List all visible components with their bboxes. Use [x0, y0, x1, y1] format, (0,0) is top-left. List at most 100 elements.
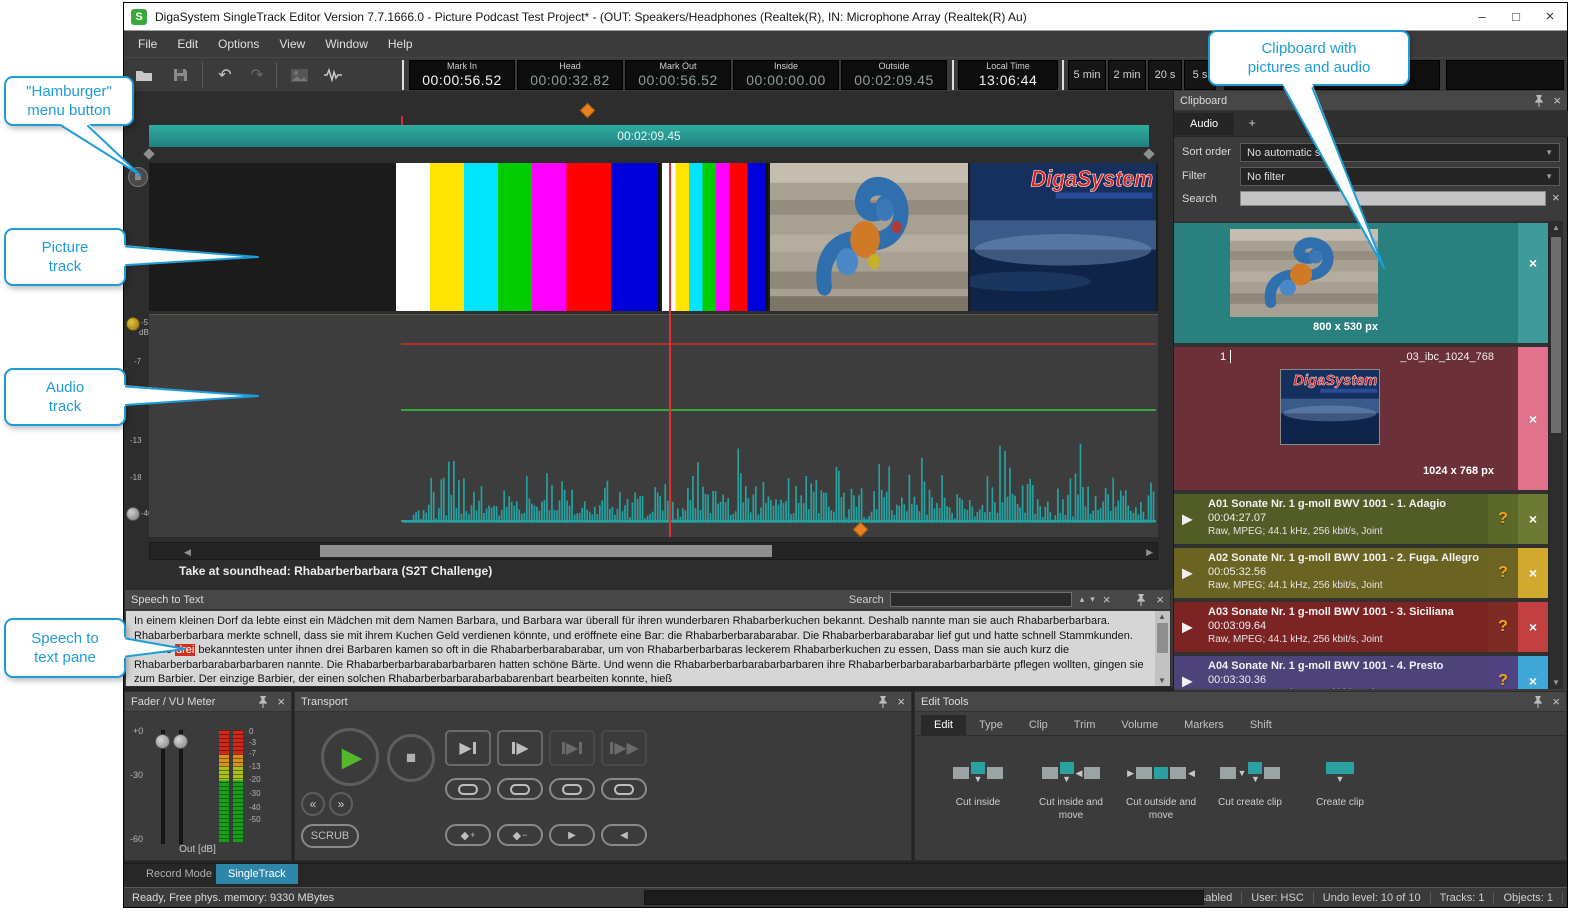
picture-track[interactable]: DigaSystem	[149, 163, 1158, 311]
timecode-head[interactable]: Head00:00:32.82	[517, 60, 623, 90]
play-to-mark-button[interactable]: ▶	[445, 730, 491, 766]
play-item-icon[interactable]: ▶	[1182, 511, 1193, 528]
scroll-up-icon[interactable]: ▲	[1552, 223, 1560, 232]
stop-button[interactable]: ■	[387, 734, 435, 782]
remove-item-button[interactable]: ×	[1518, 602, 1548, 652]
next-marker-button[interactable]: ▶	[549, 824, 595, 846]
filter-dropdown[interactable]: No filter▼	[1240, 167, 1560, 186]
insert-picture-icon[interactable]	[286, 63, 312, 87]
tab-type[interactable]: Type	[966, 715, 1016, 735]
scroll-up-icon[interactable]: ▲	[1158, 612, 1166, 621]
clipboard-search-input[interactable]	[1240, 191, 1546, 206]
volume-envelope-line[interactable]	[401, 409, 1156, 411]
zoom-preset-20s[interactable]: 20 s	[1148, 60, 1182, 90]
picture-clip-lizard[interactable]	[770, 163, 968, 311]
waveform-edit-icon[interactable]	[320, 63, 346, 87]
close-pane-icon[interactable]: ×	[277, 695, 285, 708]
clipboard-search-clear-icon[interactable]: ×	[1552, 191, 1560, 204]
tab-add[interactable]: +	[1239, 111, 1266, 135]
clipboard-item-picture-1[interactable]: 800 x 530 px ×	[1174, 223, 1548, 343]
speech-text-content[interactable]: In einem kleinen Dorf da lebte einst ein…	[126, 611, 1155, 686]
skip-forward-button[interactable]: »	[329, 792, 353, 816]
tab-shift[interactable]: Shift	[1237, 715, 1285, 735]
loop-button-3[interactable]	[549, 778, 595, 800]
maximize-button[interactable]: □	[1499, 4, 1533, 30]
scroll-left-icon[interactable]: ◀	[184, 547, 191, 558]
remove-item-button[interactable]: ×	[1518, 494, 1548, 544]
timecode-mark-out[interactable]: Mark Out00:00:56.52	[625, 60, 731, 90]
close-button[interactable]: ×	[1533, 4, 1567, 30]
skip-back-button[interactable]: «	[301, 792, 325, 816]
play-button[interactable]: ▶	[321, 728, 379, 786]
timecode-mark-in[interactable]: Mark In00:00:56.52	[409, 60, 515, 90]
clipboard-item-audio-a03[interactable]: ▶ A03 Sonate Nr. 1 g-moll BWV 1001 - 3. …	[1174, 602, 1548, 652]
pin-icon[interactable]	[1534, 95, 1544, 107]
search-next-icon[interactable]: ▾	[1090, 594, 1095, 605]
add-marker-button[interactable]: ◆+	[445, 824, 491, 846]
remove-marker-button[interactable]: ◆−	[497, 824, 543, 846]
loop-button-2[interactable]	[497, 778, 543, 800]
minimize-button[interactable]: –	[1465, 4, 1499, 30]
hamburger-menu-button[interactable]: ≡	[128, 167, 148, 187]
remove-item-button[interactable]: ×	[1518, 347, 1548, 490]
timeline-scrollbar[interactable]: ◀ ▶	[149, 542, 1158, 560]
cut-create-clip-button[interactable]: ▼▼ Cut create clip	[1206, 744, 1294, 856]
timeline-overview-bar[interactable]: 00:02:09.45	[149, 125, 1149, 147]
search-prev-icon[interactable]: ▴	[1080, 594, 1085, 605]
speech-scrollbar[interactable]: ▲ ▼	[1155, 611, 1170, 686]
menu-options[interactable]: Options	[208, 31, 269, 57]
tab-audio[interactable]: Audio	[1174, 113, 1234, 135]
info-zone[interactable]: ?	[1488, 602, 1518, 652]
zoom-preset-5min[interactable]: 5 min	[1068, 60, 1106, 90]
play-item-icon[interactable]: ▶	[1182, 673, 1193, 690]
fader-knob-left[interactable]	[155, 734, 170, 749]
loop-button-1[interactable]	[445, 778, 491, 800]
timecode-local-time[interactable]: Local Time13:06:44	[958, 60, 1058, 90]
tab-record-mode[interactable]: Record Mode	[134, 864, 224, 884]
zoom-preset-2min[interactable]: 2 min	[1108, 60, 1146, 90]
play-around-button[interactable]: ▶▶	[601, 730, 647, 766]
speech-scrollbar-thumb[interactable]	[1157, 623, 1168, 653]
playhead-line[interactable]	[669, 163, 671, 537]
pin-icon[interactable]	[1533, 696, 1543, 708]
menu-window[interactable]: Window	[315, 31, 378, 57]
menu-help[interactable]: Help	[378, 31, 423, 57]
play-item-icon[interactable]: ▶	[1182, 565, 1193, 582]
sort-order-dropdown[interactable]: No automatic sort▼	[1240, 143, 1560, 162]
tab-singletrack[interactable]: SingleTrack	[216, 864, 298, 884]
scrub-button[interactable]: SCRUB	[301, 824, 359, 848]
clipboard-scrollbar-thumb[interactable]	[1551, 237, 1561, 433]
play-item-icon[interactable]: ▶	[1182, 619, 1193, 636]
tab-markers[interactable]: Markers	[1171, 715, 1237, 735]
scroll-down-icon[interactable]: ▼	[1158, 676, 1166, 685]
pin-icon[interactable]	[258, 696, 268, 708]
clipboard-scrollbar[interactable]: ▲ ▼	[1548, 221, 1563, 689]
clipboard-item-audio-a01[interactable]: ▶ A01 Sonate Nr. 1 g-moll BWV 1001 - 1. …	[1174, 494, 1548, 544]
timecode-inside[interactable]: Inside00:00:00.00	[733, 60, 839, 90]
pin-icon[interactable]	[1136, 594, 1146, 606]
create-clip-button[interactable]: ▼ Create clip	[1296, 744, 1384, 856]
close-pane-icon[interactable]: ×	[1553, 94, 1561, 107]
play-selection-button[interactable]: ▶	[549, 730, 595, 766]
search-clear-icon[interactable]: ×	[1103, 593, 1111, 606]
undo-icon[interactable]: ↶	[212, 63, 238, 87]
audio-track[interactable]	[149, 314, 1158, 537]
prev-marker-button[interactable]: ◀	[601, 824, 647, 846]
speech-search-input[interactable]	[890, 592, 1072, 607]
remove-item-button[interactable]: ×	[1518, 223, 1548, 343]
menu-file[interactable]: File	[128, 31, 167, 57]
picture-clip-colorbars[interactable]	[396, 163, 660, 311]
info-zone[interactable]: ?	[1488, 656, 1518, 689]
close-pane-icon[interactable]: ×	[1552, 695, 1560, 708]
timeline-scrollbar-thumb[interactable]	[320, 545, 772, 557]
info-zone[interactable]: ?	[1488, 494, 1518, 544]
pin-icon[interactable]	[878, 696, 888, 708]
save-icon[interactable]	[168, 63, 192, 87]
tab-edit[interactable]: Edit	[921, 715, 966, 735]
audio-gain-knob[interactable]	[126, 317, 140, 331]
remove-item-button[interactable]: ×	[1518, 548, 1548, 598]
redo-icon[interactable]: ↷	[244, 63, 270, 87]
tab-volume[interactable]: Volume	[1108, 715, 1171, 735]
clipboard-item-audio-a04[interactable]: ▶ A04 Sonate Nr. 1 g-moll BWV 1001 - 4. …	[1174, 656, 1548, 689]
remove-item-button[interactable]: ×	[1518, 656, 1548, 689]
